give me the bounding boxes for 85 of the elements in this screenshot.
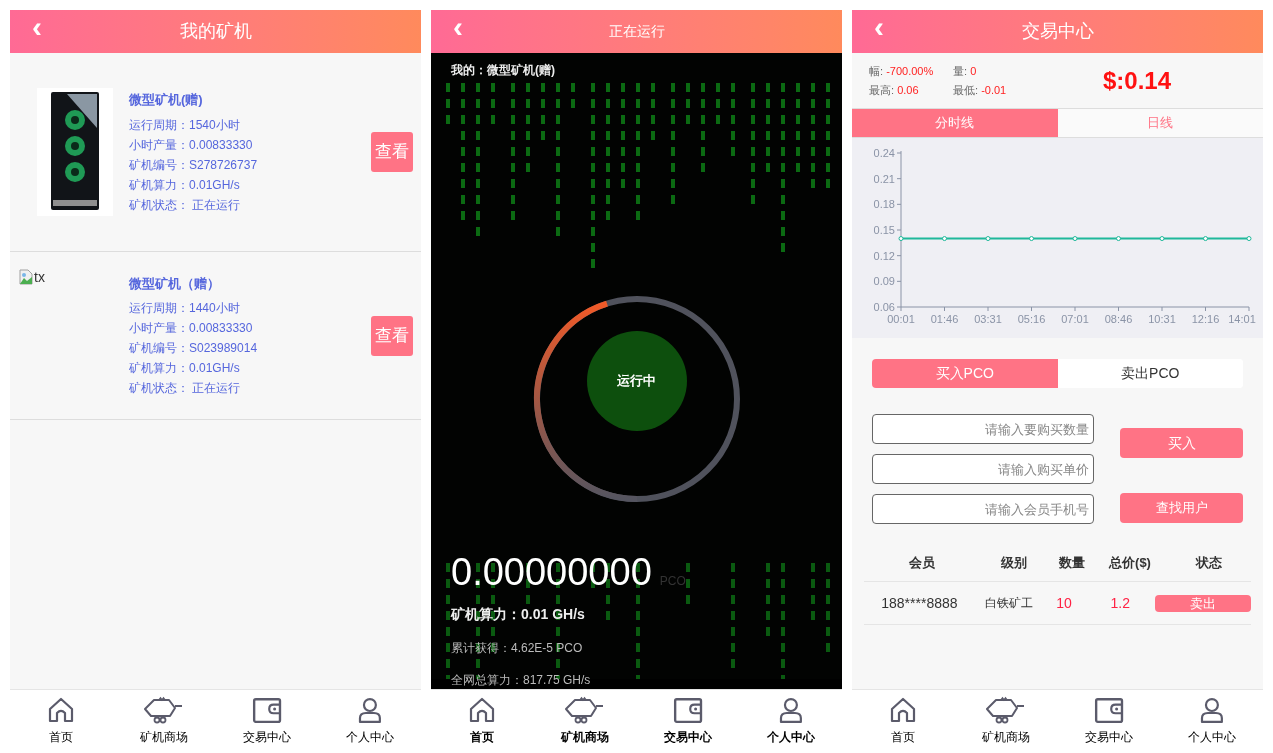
nav-tab[interactable]: 个人中心 bbox=[739, 690, 842, 753]
table-cell-text: 白铁矿工 bbox=[984, 595, 1033, 612]
miner-detail: 小时产量：0.00833330 bbox=[129, 320, 254, 338]
wallet-icon bbox=[251, 696, 282, 724]
miner-detail: 矿机算力：0.01GH/s bbox=[129, 176, 241, 194]
user-icon bbox=[777, 696, 804, 724]
home-icon bbox=[47, 696, 76, 724]
user-icon bbox=[356, 696, 383, 724]
y-tick-label: 0.18 bbox=[873, 198, 895, 211]
table-cell-text: 188****8888 bbox=[881, 593, 958, 613]
x-tick-label: 01:46 bbox=[930, 313, 959, 325]
page-title: 正在运行 bbox=[608, 22, 665, 41]
page-title: 我的矿机 bbox=[179, 20, 252, 43]
miner-detail: 小时产量：0.00833330 bbox=[129, 136, 254, 154]
nav-tab[interactable]: 交易中心 bbox=[1057, 690, 1161, 753]
stat-text: 最高: 0.06 bbox=[869, 83, 920, 98]
input-field[interactable]: 请输入购买单价 bbox=[872, 454, 1094, 484]
price-text: $:0.14 bbox=[1103, 65, 1172, 96]
miner-title: 微型矿机(赠) bbox=[129, 91, 204, 110]
stat-text: 幅: -700.00% bbox=[869, 63, 935, 79]
image-alt-text: tx bbox=[34, 269, 45, 285]
x-tick-label: 12:16 bbox=[1191, 313, 1220, 325]
y-tick-label: 0.24 bbox=[873, 147, 895, 159]
column-header: 状态 bbox=[1195, 553, 1222, 572]
stat-text: 量: 0 bbox=[953, 63, 978, 79]
nav-tab[interactable]: 交易中心 bbox=[636, 690, 740, 753]
nav-tab[interactable]: 首页 bbox=[431, 690, 534, 753]
data-point bbox=[1029, 236, 1034, 242]
column-header: 会员 bbox=[908, 553, 935, 572]
x-tick-label: 14:01 bbox=[1228, 313, 1256, 325]
x-tick-label: 07:01 bbox=[1061, 313, 1089, 325]
wallet-icon bbox=[672, 696, 703, 724]
x-tick-label: 05:16 bbox=[1017, 313, 1046, 325]
miner-detail: 矿机状态： 正在运行 bbox=[129, 196, 242, 214]
wallet-icon bbox=[1093, 696, 1124, 724]
miner-detail: 矿机编号：S023989014 bbox=[129, 340, 259, 358]
home-icon bbox=[889, 696, 918, 724]
nav-tab[interactable]: 个人中心 bbox=[1160, 690, 1263, 753]
x-tick-label: 08:46 bbox=[1104, 313, 1133, 325]
data-point bbox=[1203, 236, 1208, 242]
nav-tab[interactable]: 个人中心 bbox=[318, 690, 421, 753]
y-tick-label: 0.12 bbox=[873, 249, 895, 262]
input-field[interactable]: 请输入要购买数量 bbox=[872, 414, 1094, 444]
miner-detail: 运行周期：1540小时 bbox=[129, 116, 241, 134]
stat-text: 最低: -0.01 bbox=[953, 83, 1008, 98]
y-tick-label: 0.06 bbox=[873, 301, 895, 313]
data-point bbox=[1116, 236, 1121, 242]
data-point bbox=[1246, 236, 1252, 242]
table-cell-text: 1.2 bbox=[1110, 593, 1131, 613]
nav-tab[interactable]: 矿机商场 bbox=[954, 690, 1058, 753]
column-header: 总价($) bbox=[1109, 553, 1151, 572]
broken-image-icon bbox=[18, 269, 34, 285]
nav-tab[interactable]: 交易中心 bbox=[215, 690, 319, 753]
nav-tab[interactable]: 首页 bbox=[10, 690, 113, 753]
mined-amount: 0.00000000 bbox=[451, 552, 652, 592]
y-tick-label: 0.21 bbox=[873, 172, 895, 185]
data-point bbox=[942, 236, 947, 242]
miner-detail: 矿机状态： 正在运行 bbox=[129, 380, 242, 398]
page-title: 交易中心 bbox=[1021, 20, 1094, 43]
network-hashrate-text: 全网总算力：817.75 GH/s bbox=[451, 672, 591, 689]
miner-detail: 矿机编号：S278726737 bbox=[129, 156, 259, 174]
machine-name: 我的：微型矿机(赠) bbox=[451, 62, 555, 79]
nav-tab[interactable]: 矿机商场 bbox=[112, 690, 216, 753]
home-icon bbox=[468, 696, 497, 724]
user-icon bbox=[1198, 696, 1225, 724]
column-header: 数量 bbox=[1058, 553, 1085, 572]
data-point bbox=[1159, 236, 1165, 242]
hashrate-text: 矿机算力：0.01 GH/s bbox=[451, 605, 585, 624]
data-point bbox=[985, 236, 991, 242]
data-point bbox=[1072, 236, 1078, 242]
x-tick-label: 03:31 bbox=[974, 313, 1002, 325]
table-cell-text: 10 bbox=[1056, 593, 1072, 613]
miner-detail: 运行周期：1440小时 bbox=[129, 300, 241, 318]
nav-tab[interactable]: 矿机商场 bbox=[533, 690, 637, 753]
input-field[interactable]: 请输入会员手机号 bbox=[872, 494, 1094, 524]
nav-tab[interactable]: 首页 bbox=[852, 690, 955, 753]
y-tick-label: 0.09 bbox=[873, 275, 895, 288]
column-header: 级别 bbox=[1001, 553, 1027, 572]
y-tick-label: 0.15 bbox=[873, 224, 895, 236]
earned-text: 累计获得：4.62E-5 PCO bbox=[451, 640, 583, 657]
miner-title: 微型矿机（赠） bbox=[129, 274, 221, 293]
data-point bbox=[898, 236, 904, 242]
x-tick-label: 10:31 bbox=[1148, 313, 1176, 325]
x-tick-label: 00:01 bbox=[887, 313, 915, 325]
miner-detail: 矿机算力：0.01GH/s bbox=[129, 360, 241, 378]
